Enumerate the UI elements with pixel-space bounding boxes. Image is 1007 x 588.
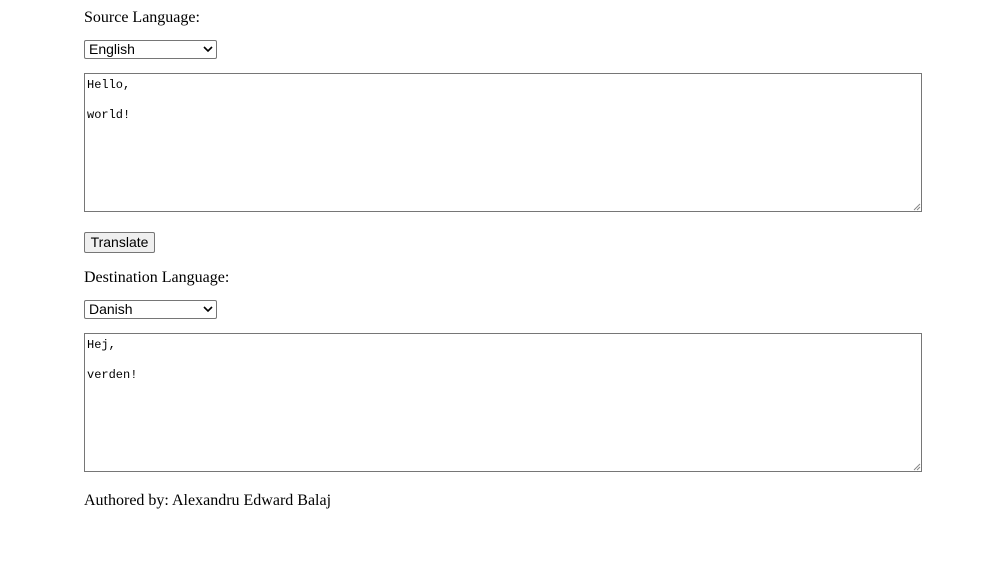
source-language-value: English (89, 41, 135, 57)
destination-text-area[interactable]: Hej, verden! (84, 333, 922, 472)
destination-language-value: Danish (89, 301, 133, 317)
translate-button[interactable]: Translate (84, 232, 155, 253)
destination-text-line: verden! (87, 368, 138, 382)
chevron-down-icon (203, 306, 213, 313)
destination-text-line: Hej, (87, 338, 116, 352)
translator-page: Source Language: English Hello, world! T… (0, 0, 1007, 588)
chevron-down-icon (203, 46, 213, 53)
resize-grip-icon[interactable] (911, 201, 921, 211)
resize-grip-icon[interactable] (911, 461, 921, 471)
source-text-area[interactable]: Hello, world! (84, 73, 922, 212)
source-text-line: world! (87, 108, 131, 122)
author-credit: Authored by: Alexandru Edward Balaj (84, 492, 332, 509)
source-language-label: Source Language: (84, 9, 200, 26)
destination-language-label: Destination Language: (84, 269, 230, 286)
source-text-line: Hello, (87, 78, 131, 92)
destination-language-select[interactable]: Danish (84, 300, 217, 319)
source-language-select[interactable]: English (84, 40, 217, 59)
